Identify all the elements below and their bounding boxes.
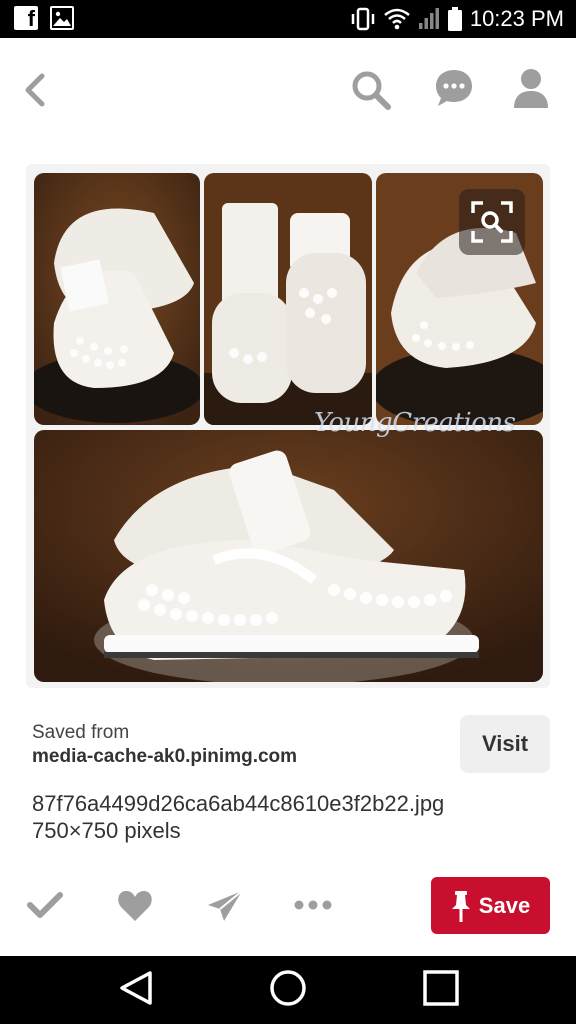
shoe-photo-2	[204, 173, 372, 425]
file-info: 87f76a4499d26ca6ab44c8610e3f2b22.jpg 750…	[32, 790, 444, 844]
pin-watermark: YoungCreations	[314, 408, 516, 438]
back-triangle-icon[interactable]	[118, 968, 154, 1008]
profile-icon[interactable]	[512, 68, 550, 110]
status-time: 10:23 PM	[469, 6, 564, 31]
vibrate-icon	[351, 7, 375, 31]
facebook-icon: f	[14, 6, 38, 31]
check-icon[interactable]	[26, 885, 64, 925]
send-icon[interactable]	[206, 885, 244, 925]
gallery-icon	[50, 6, 74, 30]
shoe-photo-1	[34, 173, 200, 425]
battery-icon	[447, 7, 462, 31]
source-domain[interactable]: media-cache-ak0.pinimg.com	[32, 746, 297, 768]
home-circle-icon[interactable]	[269, 968, 307, 1008]
wifi-icon	[384, 8, 410, 30]
visual-search-icon	[471, 201, 513, 243]
pin-icon	[451, 890, 470, 922]
status-bar: f 10:23 PM	[0, 0, 576, 38]
save-button[interactable]: Save	[431, 877, 550, 934]
source-info: Saved from media-cache-ak0.pinimg.com	[32, 722, 297, 768]
chat-icon[interactable]	[434, 68, 474, 110]
save-label: Save	[478, 892, 531, 918]
search-icon[interactable]	[349, 68, 393, 112]
recents-square-icon[interactable]	[422, 968, 460, 1008]
more-icon[interactable]	[293, 885, 335, 925]
file-dimensions: 750×750 pixels	[32, 818, 181, 843]
visit-button[interactable]: Visit	[460, 715, 550, 773]
top-nav	[0, 38, 576, 142]
saved-from-label: Saved from	[32, 722, 130, 743]
heart-icon[interactable]	[116, 885, 154, 925]
pin-image[interactable]: YoungCreations	[26, 164, 550, 688]
back-icon[interactable]	[22, 68, 50, 112]
android-nav-bar	[0, 956, 576, 1024]
signal-icon	[418, 8, 439, 29]
visual-search-button[interactable]	[459, 189, 525, 255]
file-name: 87f76a4499d26ca6ab44c8610e3f2b22.jpg	[32, 791, 445, 816]
shoe-photo-4	[34, 430, 543, 682]
